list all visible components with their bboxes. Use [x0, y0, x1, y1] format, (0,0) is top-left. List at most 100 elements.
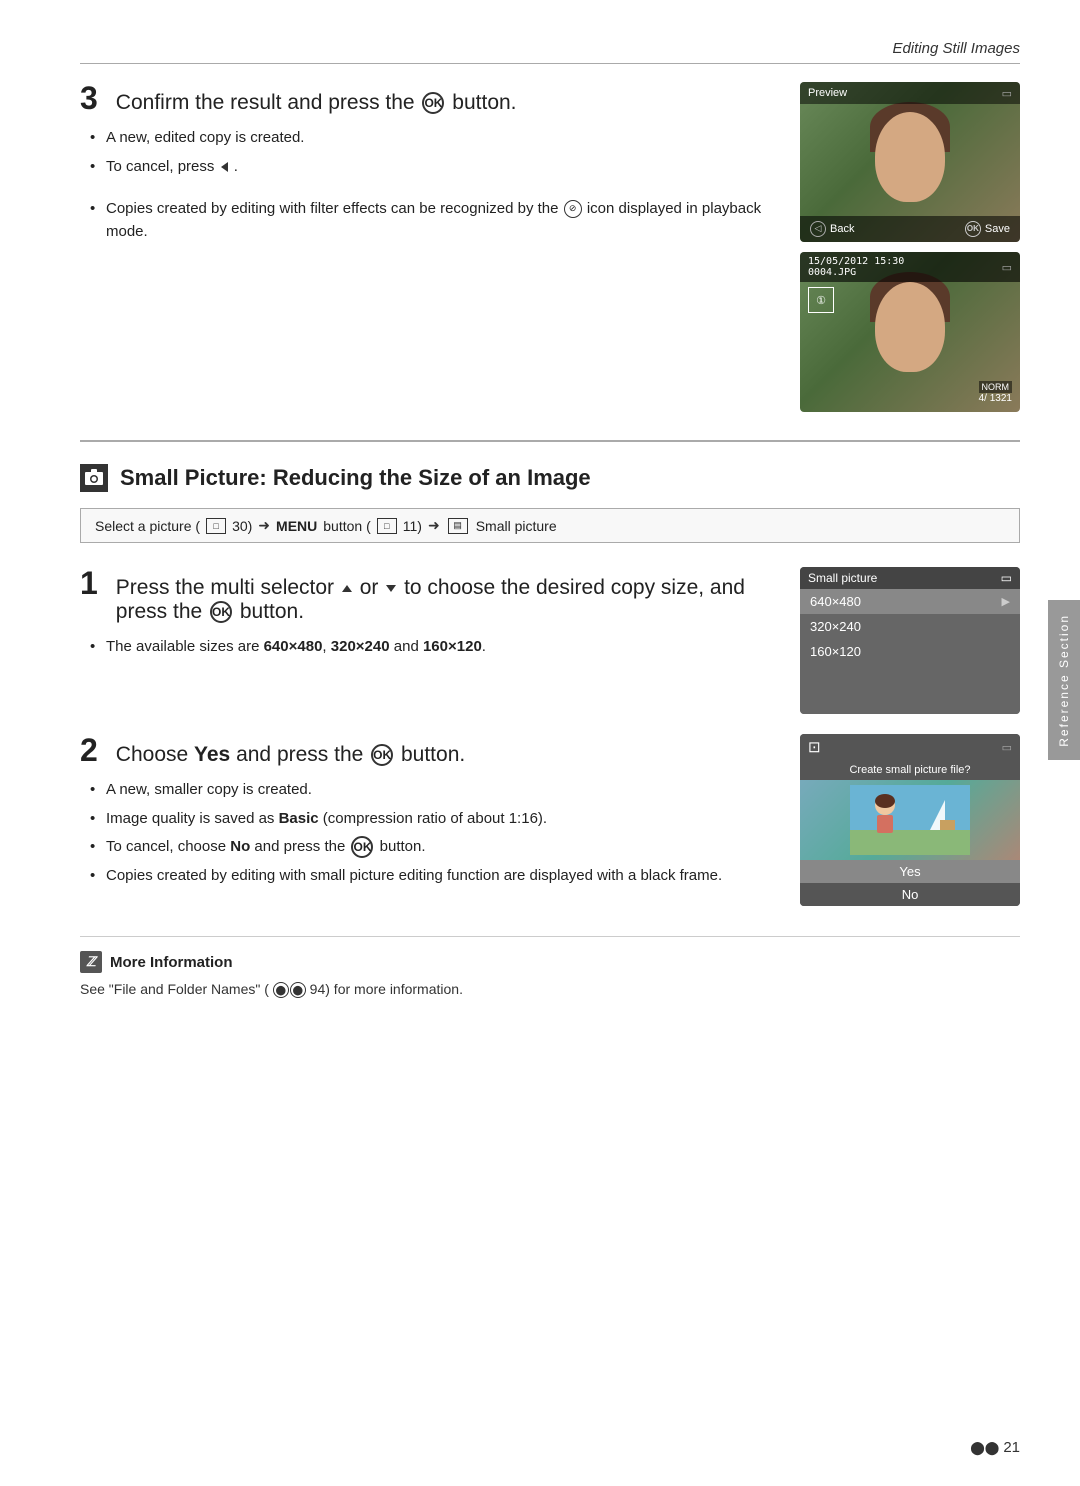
small-picture-menu-screen: Small picture ▭ 640×480 ▶ 320×240 160×12…	[800, 567, 1020, 714]
step1-heading: 1 Press the multi selector or to choose …	[80, 567, 770, 624]
reference-section-tab: Reference Section	[1048, 600, 1080, 760]
step2-bullet1: A new, smaller copy is created.	[90, 779, 770, 802]
section-divider	[80, 440, 1020, 442]
playback-norm: NORM	[979, 381, 1013, 393]
save-btn: OK Save	[965, 221, 1010, 237]
preview-label: Preview	[808, 87, 847, 99]
note-bullet: Copies created by editing with filter ef…	[90, 198, 770, 243]
step3-content: 3 Confirm the result and press the OK bu…	[80, 82, 770, 412]
step1-number: 1	[80, 567, 98, 599]
step2-bullets: A new, smaller copy is created. Image qu…	[80, 779, 770, 887]
menu-item-320: 320×240	[800, 614, 1020, 639]
menu-title-label: Small picture	[808, 571, 877, 585]
up-arrow-icon	[342, 585, 352, 592]
page-header: Editing Still Images	[80, 40, 1020, 64]
step1-heading-text: Press the multi selector or to choose th…	[116, 576, 770, 624]
step3-bullets: A new, edited copy is created. To cancel…	[80, 127, 770, 178]
menu-padding	[800, 664, 1020, 714]
nav-menu-label: MENU	[276, 518, 317, 534]
create-yes-no: Yes No	[800, 860, 1020, 906]
menu-title-bar: Small picture ▭	[800, 567, 1020, 589]
playback-bottom-right: NORM 4/ 1321	[979, 381, 1013, 404]
ref-tab-text: Reference Section	[1057, 614, 1071, 747]
battery-icon: ▭	[1002, 87, 1012, 100]
screen-bottom-bar: ◁ Back OK Save	[800, 216, 1020, 242]
battery-icon2: ▭	[1002, 261, 1012, 274]
bullet-item: A new, edited copy is created.	[90, 127, 770, 150]
nav-path-box: Select a picture ( □ 30) ➜ MENU button (…	[80, 508, 1020, 543]
back-circle-icon: ◁	[810, 221, 826, 237]
screen-top-bar: Preview ▭	[800, 82, 1020, 104]
filter-icon: ⊘	[564, 200, 582, 218]
nav-arrow1: ➜	[258, 517, 270, 534]
section-title: Small Picture: Reducing the Size of an I…	[120, 465, 591, 491]
create-label: Create small picture file?	[800, 760, 1020, 780]
playback-info-bar: 15/05/2012 15:30 0004.JPG ▭	[800, 252, 1020, 282]
page-number: ⬤⬤ 21	[970, 1439, 1020, 1456]
step2-heading-text: Choose Yes and press the OK button.	[116, 743, 465, 767]
menu-arrow: ▶	[1002, 595, 1010, 608]
small-picture-section-icon	[80, 464, 108, 492]
page: Reference Section Editing Still Images 3…	[0, 0, 1080, 1486]
step2-heading: 2 Choose Yes and press the OK button.	[80, 734, 770, 767]
step1-bullet: The available sizes are 640×480, 320×240…	[90, 636, 770, 659]
save-ok-icon: OK	[965, 221, 981, 237]
more-info-title: More Information	[110, 954, 233, 971]
bullet-item: To cancel, press .	[90, 156, 770, 179]
step3-heading-text: Confirm the result and press the OK butt…	[116, 91, 517, 115]
page-ref-bullets: ⬤⬤	[970, 1440, 999, 1456]
playback-screen: 15/05/2012 15:30 0004.JPG ▭ ① NORM 4/ 13…	[800, 252, 1020, 412]
create-screen-battery: ▭	[1002, 741, 1012, 754]
menu-item-160: 160×120	[800, 639, 1020, 664]
page-header-title: Editing Still Images	[892, 40, 1020, 57]
nav-box-icon1: □	[206, 518, 226, 534]
menu-body: 640×480 ▶ 320×240 160×120	[800, 589, 1020, 714]
more-info-text: See "File and Folder Names" ( ⬤ ⬤ 94) fo…	[80, 981, 1020, 998]
create-illustration	[850, 785, 970, 855]
preview-screen: Preview ▭ ◁ Back OK Save	[800, 82, 1020, 242]
playback-face-circle	[875, 282, 945, 372]
step3-section: 3 Confirm the result and press the OK bu…	[80, 82, 1020, 412]
down-arrow-icon	[386, 585, 396, 592]
back-btn: ◁ Back	[810, 221, 854, 237]
playback-counter: 4/ 1321	[979, 393, 1013, 404]
menu-battery-icon: ▭	[1001, 571, 1012, 585]
nav-arrow2: ➜	[428, 517, 440, 534]
ok-icon2: OK	[210, 601, 232, 623]
create-screen-body: Create small picture file?	[800, 760, 1020, 906]
triangle-left-icon	[221, 162, 228, 172]
section-title-block: Small Picture: Reducing the Size of an I…	[80, 464, 1020, 492]
step3-number: 3	[80, 82, 98, 114]
step2-bullet4: Copies created by editing with small pic…	[90, 865, 770, 888]
menu-item-640: 640×480 ▶	[800, 589, 1020, 614]
ok-icon3: OK	[371, 744, 393, 766]
camera-icon	[83, 467, 105, 489]
step1-bullets: The available sizes are 640×480, 320×240…	[80, 636, 770, 659]
playback-date: 15/05/2012 15:30	[808, 256, 904, 267]
page-ref-icon: ⬤ ⬤	[273, 982, 306, 998]
ok-icon4: OK	[351, 836, 373, 858]
step1-content: 1 Press the multi selector or to choose …	[80, 567, 770, 714]
playback-icon-box: ①	[808, 287, 834, 313]
playback-filename: 0004.JPG	[808, 267, 904, 278]
nav-box-icon2: □	[377, 518, 397, 534]
step2-bullet2: Image quality is saved as Basic (compres…	[90, 808, 770, 831]
nav-small-pic-icon: ▤	[448, 518, 468, 534]
create-image-area	[800, 780, 1020, 860]
step3-heading: 3 Confirm the result and press the OK bu…	[80, 82, 770, 115]
step2-bullet3: To cancel, choose No and press the OK bu…	[90, 836, 770, 859]
create-screen-small-icon: ⊡	[808, 738, 821, 756]
step2-content: 2 Choose Yes and press the OK button. A …	[80, 734, 770, 906]
create-screen-top: ⊡ ▭	[800, 734, 1020, 760]
ok-icon: OK	[422, 92, 444, 114]
create-picture-screen: ⊡ ▭ Create small picture file?	[800, 734, 1020, 906]
step1-row: 1 Press the multi selector or to choose …	[80, 567, 1020, 714]
step2-row: 2 Choose Yes and press the OK button. A …	[80, 734, 1020, 906]
face-shape	[875, 112, 945, 202]
create-no-option: No	[800, 883, 1020, 906]
camera-screens: Preview ▭ ◁ Back OK Save	[800, 82, 1020, 412]
more-info-section: ℤ More Information See "File and Folder …	[80, 936, 1020, 998]
create-yes-option: Yes	[800, 860, 1020, 883]
more-info-header: ℤ More Information	[80, 951, 1020, 973]
step2-number: 2	[80, 734, 98, 766]
